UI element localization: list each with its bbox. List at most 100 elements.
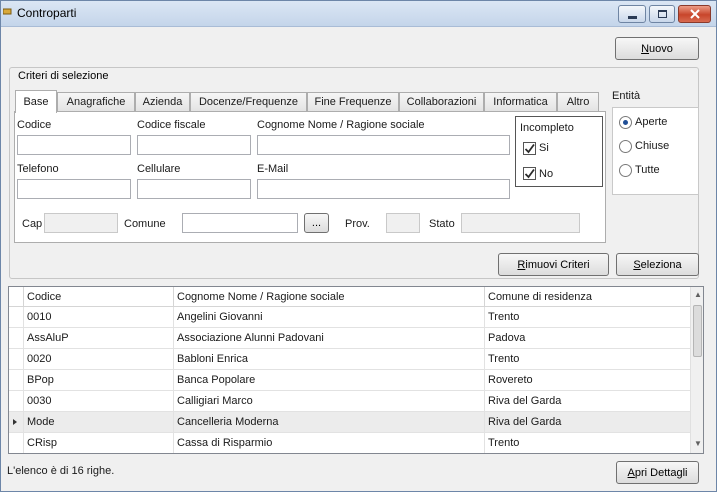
grid-vertical-scrollbar[interactable]: ▲ ▼ xyxy=(690,287,703,453)
grid-header: Codice Cognome Nome / Ragione sociale Co… xyxy=(9,287,690,307)
tab-anagrafiche[interactable]: Anagrafiche xyxy=(57,92,135,111)
cell-comune: Trento xyxy=(488,437,520,449)
cell-cognome-nome: Banca Popolare xyxy=(174,370,485,391)
entita-aperte-radio[interactable] xyxy=(619,116,632,129)
cellulare-label: Cellulare xyxy=(137,163,181,175)
cap-label: Cap xyxy=(22,218,43,230)
codice-input[interactable] xyxy=(17,135,131,155)
tab-label: Azienda xyxy=(142,96,183,108)
stato-input xyxy=(461,213,580,233)
tab-altro[interactable]: Altro xyxy=(557,92,599,111)
prov-input xyxy=(386,213,420,233)
cell-codice: Mode xyxy=(24,412,174,433)
cell-cognome-nome: Cassa di Risparmio xyxy=(174,433,485,453)
apri-dettagli-button[interactable]: Apri Dettagli xyxy=(616,461,699,484)
comune-label: Comune xyxy=(124,218,166,230)
entita-chiuse-label: Chiuse xyxy=(635,140,670,152)
incompleto-si-checkbox[interactable] xyxy=(523,142,536,155)
table-row-current[interactable]: Mode Cancelleria Moderna Riva del Garda xyxy=(9,412,690,433)
cell-comune: Trento xyxy=(488,353,520,365)
tab-base[interactable]: Base xyxy=(15,90,57,113)
tab-label: Docenze/Frequenze xyxy=(198,96,299,108)
scroll-down-icon[interactable]: ▼ xyxy=(694,439,702,448)
cell-cognome-nome: Calligiari Marco xyxy=(174,391,485,412)
current-row-arrow-icon xyxy=(13,419,17,425)
codice-label: Codice xyxy=(17,119,52,131)
table-row[interactable]: 0010 Angelini Giovanni Trento xyxy=(9,307,690,328)
header-cognome-nome[interactable]: Cognome Nome / Ragione sociale xyxy=(174,287,485,307)
tab-label: Fine Frequenze xyxy=(314,96,392,108)
incompleto-label: Incompleto xyxy=(520,122,574,134)
tab-label: Altro xyxy=(566,96,590,108)
table-row[interactable]: BPop Banca Popolare Rovereto xyxy=(9,370,690,391)
rimuovi-label: imuovi Criteri xyxy=(525,258,590,271)
codice-fiscale-input[interactable] xyxy=(137,135,251,155)
cellulare-input[interactable] xyxy=(137,179,251,199)
status-text: L'elenco è di 16 righe. xyxy=(7,465,115,477)
criteria-group-label: Criteri di selezione xyxy=(18,70,109,82)
incompleto-no-label: No xyxy=(539,168,554,180)
email-label: E-Mail xyxy=(257,163,289,175)
apri-dettagli-label: pri Dettagli xyxy=(634,466,688,479)
apri-dettagli-key: A xyxy=(627,466,635,479)
codice-fiscale-label: Codice fiscale xyxy=(137,119,206,131)
tab-fine-frequenze[interactable]: Fine Frequenze xyxy=(307,92,399,111)
cell-cognome-nome: Babloni Enrica xyxy=(174,349,485,370)
checkmark-icon xyxy=(524,168,535,179)
incompleto-group: Incompleto Si No xyxy=(515,116,603,187)
rimuovi-key: R xyxy=(517,258,526,271)
entita-aperte-label: Aperte xyxy=(635,116,668,128)
cap-input xyxy=(44,213,118,233)
close-button[interactable] xyxy=(678,5,711,23)
entita-tutte-radio[interactable] xyxy=(619,164,632,177)
row-indicator xyxy=(9,328,24,349)
row-indicator xyxy=(9,349,24,370)
tab-label: Collaborazioni xyxy=(406,96,477,108)
cell-codice: BPop xyxy=(24,370,174,391)
rimuovi-criteri-button[interactable]: Rimuovi Criteri xyxy=(498,253,609,276)
tab-azienda[interactable]: Azienda xyxy=(135,92,190,111)
scroll-thumb[interactable] xyxy=(693,305,702,357)
cell-comune: Riva del Garda xyxy=(488,416,562,428)
header-comune[interactable]: Comune di residenza xyxy=(485,287,690,307)
table-row[interactable]: 0030 Calligiari Marco Riva del Garda xyxy=(9,391,690,412)
cell-cognome-nome: Associazione Alunni Padovani xyxy=(174,328,485,349)
tab-docenze-frequenze[interactable]: Docenze/Frequenze xyxy=(190,92,307,111)
tab-label: Anagrafiche xyxy=(66,96,126,108)
nuovo-button[interactable]: Nuovo xyxy=(615,37,699,60)
telefono-label: Telefono xyxy=(17,163,59,175)
cell-codice: CRisp xyxy=(24,433,174,453)
close-icon xyxy=(690,9,700,19)
tab-informatica[interactable]: Informatica xyxy=(484,92,557,111)
row-indicator xyxy=(9,412,24,433)
row-indicator xyxy=(9,307,24,328)
entita-tutte-label: Tutte xyxy=(635,164,660,176)
comune-browse-button[interactable]: ... xyxy=(304,213,329,233)
seleziona-button[interactable]: Seleziona xyxy=(616,253,699,276)
cognome-nome-label: Cognome Nome / Ragione sociale xyxy=(257,119,425,131)
entita-label: Entità xyxy=(612,90,641,102)
title-bar[interactable]: Controparti xyxy=(1,1,716,27)
row-indicator xyxy=(9,391,24,412)
maximize-button[interactable] xyxy=(649,5,675,23)
comune-input[interactable] xyxy=(182,213,298,233)
tab-label: Base xyxy=(23,96,49,108)
email-input[interactable] xyxy=(257,179,510,199)
header-codice[interactable]: Codice xyxy=(24,287,174,307)
incompleto-no-checkbox[interactable] xyxy=(523,167,536,180)
cell-comune: Riva del Garda xyxy=(488,395,562,407)
results-grid[interactable]: Codice Cognome Nome / Ragione sociale Co… xyxy=(8,286,704,454)
table-row[interactable]: 0020 Babloni Enrica Trento xyxy=(9,349,690,370)
tab-collaborazioni[interactable]: Collaborazioni xyxy=(399,92,484,111)
maximize-icon xyxy=(658,10,667,18)
cell-codice: AssAluP xyxy=(24,328,174,349)
table-row[interactable]: AssAluP Associazione Alunni Padovani Pad… xyxy=(9,328,690,349)
entita-chiuse-radio[interactable] xyxy=(619,140,632,153)
cell-codice: 0010 xyxy=(24,307,174,328)
telefono-input[interactable] xyxy=(17,179,131,199)
minimize-button[interactable] xyxy=(618,5,646,23)
app-icon xyxy=(3,8,12,15)
scroll-up-icon[interactable]: ▲ xyxy=(694,290,702,299)
cognome-nome-input[interactable] xyxy=(257,135,510,155)
table-row[interactable]: CRisp Cassa di Risparmio Trento xyxy=(9,433,690,453)
